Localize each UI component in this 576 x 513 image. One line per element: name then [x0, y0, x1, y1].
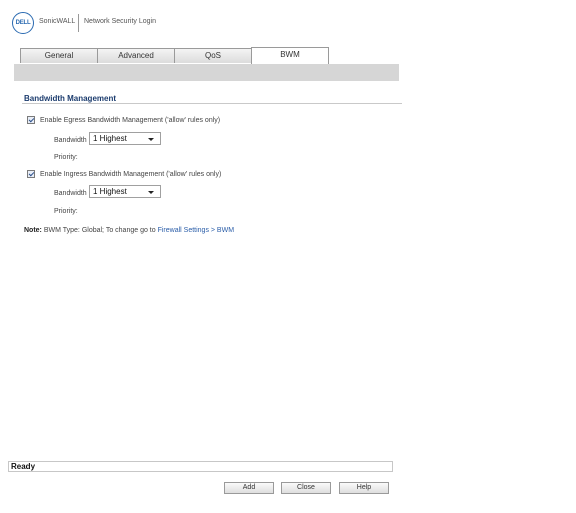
tab-general[interactable]: General — [20, 48, 98, 63]
egress-bandwidth-label: Bandwidth — [54, 137, 87, 144]
egress-priority-label: Priority: — [54, 154, 78, 161]
add-button[interactable]: Add — [224, 482, 274, 494]
chevron-down-icon — [148, 191, 154, 194]
egress-bandwidth-select[interactable]: 1 Highest — [89, 132, 161, 145]
note-prefix: Note: — [24, 227, 42, 234]
tab-content-header-band — [14, 64, 399, 81]
ingress-bwm-checkbox[interactable] — [27, 170, 35, 178]
egress-bwm-checkbox[interactable] — [27, 116, 35, 124]
header-divider — [78, 14, 79, 32]
ingress-bandwidth-select[interactable]: 1 Highest — [89, 185, 161, 198]
note-text: BWM Type: Global; To change go to — [41, 227, 158, 234]
bwm-note: Note: BWM Type: Global; To change go to … — [24, 227, 234, 234]
section-title: Bandwidth Management — [24, 94, 117, 103]
section-divider — [22, 103, 402, 104]
dell-logo: DELL — [12, 12, 34, 34]
ingress-bandwidth-value: 1 Highest — [93, 187, 127, 196]
ingress-bwm-label: Enable Ingress Bandwidth Management ('al… — [40, 171, 222, 178]
ingress-bandwidth-label: Bandwidth — [54, 190, 87, 197]
firewall-settings-bwm-link[interactable]: Firewall Settings > BWM — [158, 227, 234, 234]
status-bar: Ready — [8, 461, 393, 472]
egress-bandwidth-value: 1 Highest — [93, 134, 127, 143]
page-title: Network Security Login — [84, 18, 156, 25]
tab-advanced[interactable]: Advanced — [97, 48, 175, 63]
tab-bwm[interactable]: BWM — [251, 47, 329, 64]
chevron-down-icon — [148, 138, 154, 141]
brand-name: SonicWALL — [39, 18, 76, 25]
ingress-priority-label: Priority: — [54, 208, 78, 215]
logo-text: DELL — [15, 20, 31, 26]
help-button[interactable]: Help — [339, 482, 389, 494]
egress-bwm-label: Enable Egress Bandwidth Management ('all… — [40, 117, 221, 124]
tab-qos[interactable]: QoS — [174, 48, 252, 63]
close-button[interactable]: Close — [281, 482, 331, 494]
